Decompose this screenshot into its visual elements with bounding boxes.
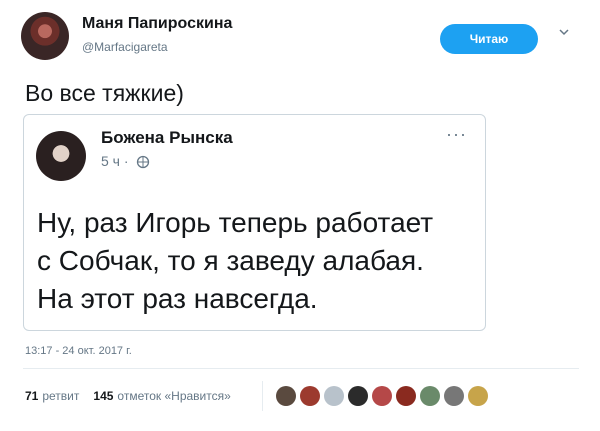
more-options-icon[interactable]: ···	[446, 124, 467, 145]
stats-separator	[262, 381, 263, 411]
globe-icon	[136, 155, 150, 169]
liker-avatars	[276, 386, 488, 406]
avatar-6-icon[interactable]	[396, 386, 416, 406]
like-stat[interactable]: 145 отметок «Нравится»	[93, 389, 230, 403]
chevron-down-icon[interactable]	[558, 26, 570, 38]
embedded-post-time: 5 ч ·	[101, 153, 129, 169]
like-count: 145	[93, 389, 114, 403]
tweet-stats: 71 ретвит 145 отметок «Нравится»	[25, 389, 231, 403]
author-avatar[interactable]	[21, 12, 69, 60]
retweet-stat[interactable]: 71 ретвит	[25, 389, 79, 403]
tweet-date[interactable]: 13:17 - 24 окт. 2017 г.	[25, 345, 132, 357]
like-label: отметок «Нравится»	[117, 389, 231, 403]
author-handle[interactable]: @Marfacigareta	[82, 40, 168, 54]
embedded-author-name: Божена Рынска	[101, 128, 233, 147]
post-line: с Собчак, то я заведу алабая.	[37, 245, 424, 276]
following-button[interactable]: Читаю	[440, 24, 538, 54]
avatar-4-icon[interactable]	[348, 386, 368, 406]
avatar-1-icon[interactable]	[276, 386, 296, 406]
avatar-9-icon[interactable]	[468, 386, 488, 406]
avatar-5-icon[interactable]	[372, 386, 392, 406]
divider	[23, 368, 579, 369]
avatar-8-icon[interactable]	[444, 386, 464, 406]
embedded-post-text: Ну, раз Игорь теперь работает с Собчак, …	[37, 204, 477, 318]
embedded-author-avatar	[36, 131, 86, 181]
tweet-text: Во все тяжкие)	[25, 80, 184, 106]
retweet-label: ретвит	[42, 389, 80, 403]
author-name[interactable]: Маня Папироскина	[82, 15, 232, 33]
post-line: Ну, раз Игорь теперь работает	[37, 207, 434, 238]
avatar-7-icon[interactable]	[420, 386, 440, 406]
avatar-2-icon[interactable]	[300, 386, 320, 406]
avatar-3-icon[interactable]	[324, 386, 344, 406]
retweet-count: 71	[25, 389, 39, 403]
post-line: На этот раз навсегда.	[37, 283, 318, 314]
